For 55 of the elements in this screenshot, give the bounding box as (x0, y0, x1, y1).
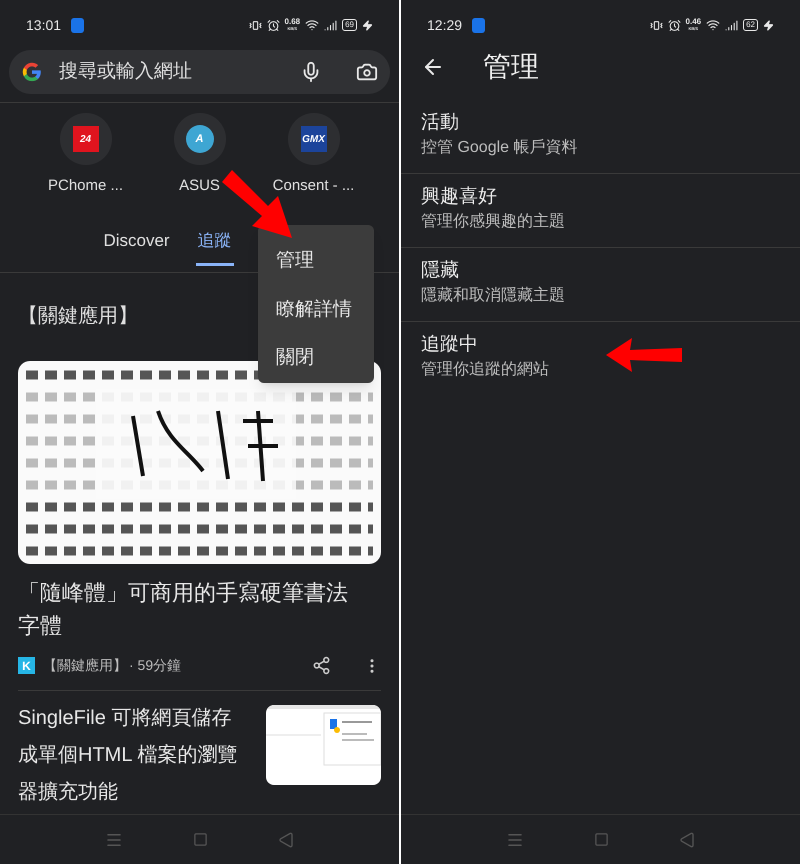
status-time: 13:01 (26, 16, 62, 34)
home-icon[interactable] (193, 832, 208, 847)
battery-level: 62 (743, 19, 758, 31)
page-title: 管理 (483, 50, 539, 84)
signal-icon (324, 18, 338, 32)
app-notification-icon (71, 18, 84, 32)
article-time: · 59分鐘 (129, 656, 182, 675)
share-icon[interactable] (312, 656, 331, 675)
feed-tab[interactable]: Discover (101, 228, 172, 266)
shortcut-label: ASUS (179, 176, 220, 196)
feed-header: 【關鍵應用】 (18, 304, 138, 328)
settings-item[interactable]: 興趣喜好 管理你感興趣的主題 (401, 174, 800, 248)
alarm-icon (668, 18, 681, 32)
site-logo: GMX (300, 126, 326, 152)
item-subtitle: 隱藏和取消隱藏主題 (421, 286, 566, 306)
menu-item[interactable]: 管理 (258, 237, 374, 286)
signal-icon (725, 18, 738, 32)
article-title[interactable]: 「隨峰體」可商用的手寫硬筆書法字體 (18, 576, 358, 642)
home-icon[interactable] (594, 832, 609, 847)
shortcut-tile[interactable]: GMX (288, 113, 340, 165)
google-logo-icon (21, 61, 43, 83)
shortcut-tile[interactable]: 24 (60, 113, 112, 165)
charging-icon (362, 20, 373, 30)
alarm-icon (266, 18, 280, 32)
item-title: 追蹤中 (421, 333, 478, 357)
item-subtitle: 控管 Google 帳戶資料 (421, 138, 578, 158)
site-logo: 24 (72, 126, 98, 152)
search-input[interactable]: 搜尋或輸入網址 (59, 58, 284, 86)
item-title: 活動 (421, 111, 459, 135)
site-logo: A (186, 125, 214, 153)
charging-icon (763, 20, 774, 30)
shortcut-label: Consent - ... (272, 176, 354, 196)
menu-item[interactable]: 關閉 (258, 334, 374, 384)
wifi-icon (706, 18, 720, 32)
source-logo: K (18, 657, 35, 674)
item-subtitle: 管理你追蹤的網站 (421, 360, 550, 380)
item-title: 興趣喜好 (421, 185, 497, 209)
app-notification-icon (472, 18, 486, 32)
vibrate-icon (248, 18, 262, 32)
vibrate-icon (650, 18, 663, 32)
status-time: 12:29 (427, 16, 462, 34)
shortcut-label: PChome ... (48, 176, 124, 196)
menu-item[interactable]: 瞭解詳情 (258, 286, 374, 334)
item-subtitle: 管理你感興趣的主題 (421, 212, 566, 232)
wifi-icon (305, 18, 320, 32)
settings-item[interactable]: 活動 控管 Google 帳戶資料 (401, 100, 800, 174)
feed-tab[interactable]: 追蹤 (196, 228, 234, 266)
settings-item[interactable]: 隱藏 隱藏和取消隱藏主題 (401, 248, 800, 322)
camera-icon[interactable] (356, 61, 378, 83)
settings-item[interactable]: 追蹤中 管理你追蹤的網站 (401, 322, 800, 396)
battery-level: 69 (342, 19, 357, 31)
item-title: 隱藏 (421, 259, 459, 283)
search-field[interactable]: 搜尋或輸入網址 (9, 50, 390, 94)
article-title[interactable]: SingleFile 可將網頁儲存成單個HTML 檔案的瀏覽器擴充功能 (18, 700, 248, 810)
article-source: 【關鍵應用】 (43, 656, 127, 675)
